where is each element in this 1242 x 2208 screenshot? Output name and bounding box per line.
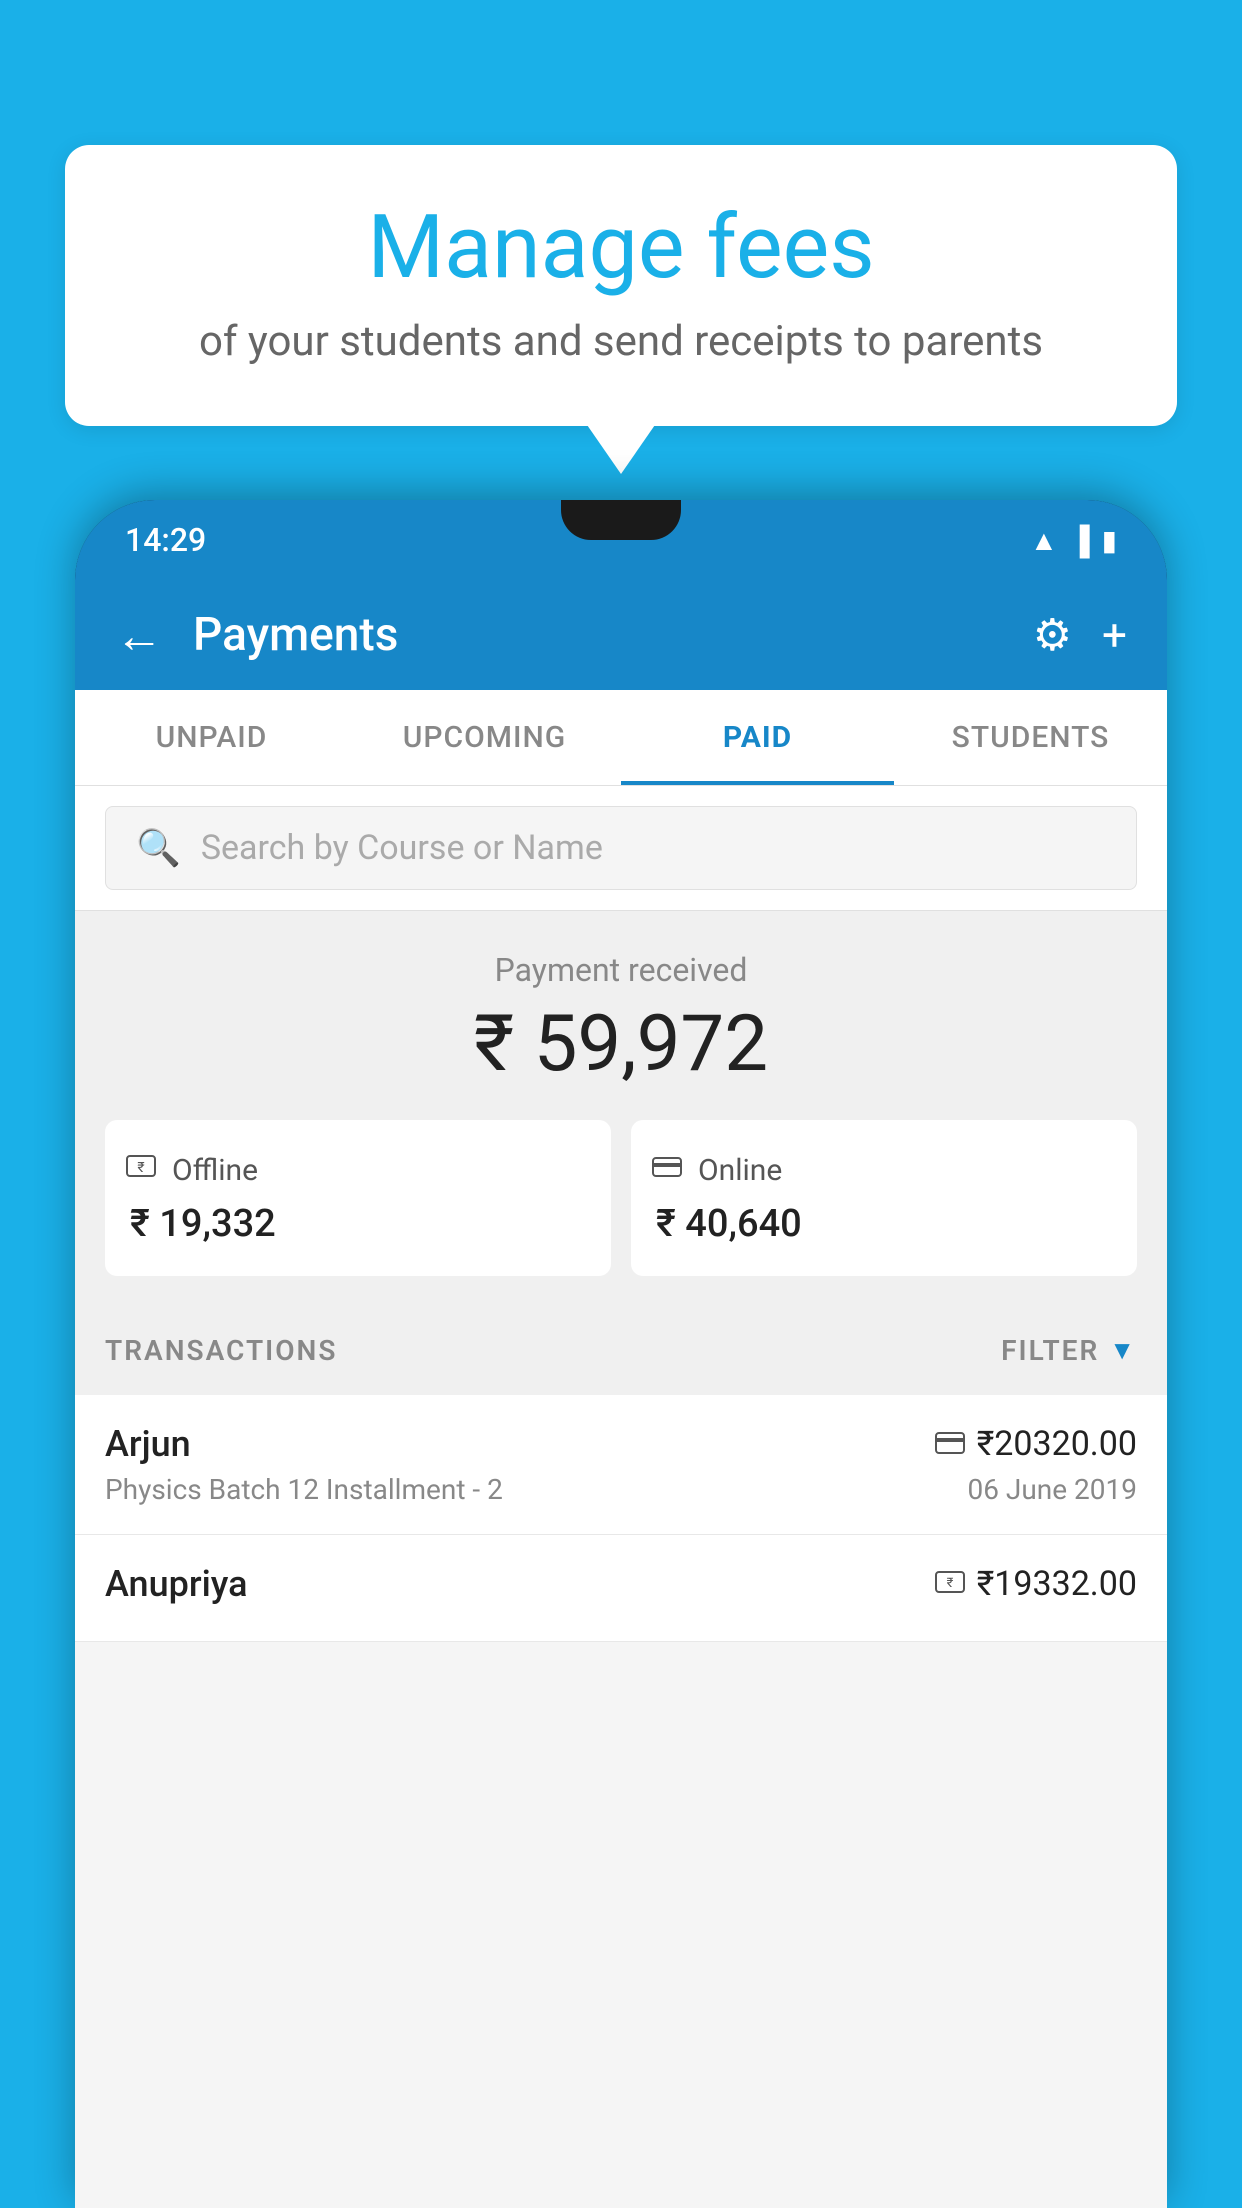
payment-total-amount: ₹ 59,972 (105, 999, 1137, 1090)
transaction-bottom-1: Physics Batch 12 Installment - 2 06 June… (105, 1473, 1137, 1506)
offline-amount: ₹ 19,332 (125, 1202, 591, 1246)
online-amount: ₹ 40,640 (651, 1202, 1117, 1246)
speech-bubble-container: Manage fees of your students and send re… (65, 145, 1177, 426)
transaction-row: Anupriya ₹ ₹19332.00 (75, 1535, 1167, 1642)
add-icon[interactable]: + (1102, 609, 1127, 661)
transaction-amount-row-2: ₹ ₹19332.00 (935, 1564, 1137, 1604)
transactions-label: TRANSACTIONS (105, 1334, 337, 1367)
payment-cards: ₹ Offline ₹ 19,332 (105, 1120, 1137, 1276)
svg-text:₹: ₹ (137, 1160, 144, 1176)
search-placeholder: Search by Course or Name (201, 828, 603, 868)
speech-bubble: Manage fees of your students and send re… (65, 145, 1177, 426)
transaction-name-1: Arjun (105, 1423, 191, 1465)
filter-icon: ▼ (1109, 1335, 1137, 1366)
header-icons: ⚙ + (1033, 609, 1127, 661)
status-time: 14:29 (125, 521, 206, 559)
transaction-card-icon-1 (935, 1428, 965, 1461)
offline-payment-card: ₹ Offline ₹ 19,332 (105, 1120, 611, 1276)
phone-screen: UNPAID UPCOMING PAID STUDENTS 🔍 Search b… (75, 690, 1167, 2208)
search-container: 🔍 Search by Course or Name (75, 786, 1167, 911)
transaction-top-1: Arjun ₹20320.00 (105, 1423, 1137, 1465)
tab-students[interactable]: STUDENTS (894, 690, 1167, 785)
bubble-title: Manage fees (125, 200, 1117, 297)
signal-icon: ▐ (1070, 524, 1090, 557)
payment-summary: Payment received ₹ 59,972 ₹ Offline (75, 911, 1167, 1306)
offline-icon: ₹ (125, 1150, 157, 1190)
back-button[interactable]: ← (115, 607, 163, 664)
tab-unpaid[interactable]: UNPAID (75, 690, 348, 785)
page-title: Payments (193, 608, 1033, 662)
tabs-container: UNPAID UPCOMING PAID STUDENTS (75, 690, 1167, 786)
settings-icon[interactable]: ⚙ (1033, 609, 1072, 661)
offline-label: Offline (172, 1153, 258, 1188)
phone-frame: 14:29 ▲ ▐ ▮ ← Payments ⚙ + UNPAID UPCOMI… (75, 500, 1167, 2208)
status-icons: ▲ ▐ ▮ (1030, 524, 1117, 557)
search-icon: 🔍 (136, 827, 181, 869)
transaction-amount-1: ₹20320.00 (977, 1424, 1137, 1464)
app-header: ← Payments ⚙ + (75, 580, 1167, 690)
offline-card-header: ₹ Offline (125, 1150, 591, 1190)
svg-text:₹: ₹ (946, 1576, 953, 1591)
payment-received-label: Payment received (105, 951, 1137, 989)
online-payment-card: Online ₹ 40,640 (631, 1120, 1137, 1276)
search-bar[interactable]: 🔍 Search by Course or Name (105, 806, 1137, 890)
online-label: Online (698, 1153, 782, 1188)
transaction-top-2: Anupriya ₹ ₹19332.00 (105, 1563, 1137, 1605)
transaction-desc-1: Physics Batch 12 Installment - 2 (105, 1473, 503, 1506)
tab-upcoming[interactable]: UPCOMING (348, 690, 621, 785)
online-icon (651, 1150, 683, 1190)
phone-notch (561, 500, 681, 540)
tab-paid[interactable]: PAID (621, 690, 894, 785)
wifi-icon: ▲ (1030, 524, 1058, 557)
transaction-cash-icon-2: ₹ (935, 1568, 965, 1601)
bubble-subtitle: of your students and send receipts to pa… (125, 317, 1117, 366)
battery-icon: ▮ (1102, 524, 1117, 557)
status-bar: 14:29 ▲ ▐ ▮ (75, 500, 1167, 580)
transaction-amount-row-1: ₹20320.00 (935, 1424, 1137, 1464)
filter-button[interactable]: FILTER ▼ (1001, 1334, 1137, 1367)
transaction-row: Arjun ₹20320.00 Physics Batch 12 Install… (75, 1395, 1167, 1535)
online-card-header: Online (651, 1150, 1117, 1190)
transaction-amount-2: ₹19332.00 (977, 1564, 1137, 1604)
transaction-date-1: 06 June 2019 (967, 1473, 1137, 1506)
transactions-header: TRANSACTIONS FILTER ▼ (75, 1306, 1167, 1395)
transaction-name-2: Anupriya (105, 1563, 248, 1605)
